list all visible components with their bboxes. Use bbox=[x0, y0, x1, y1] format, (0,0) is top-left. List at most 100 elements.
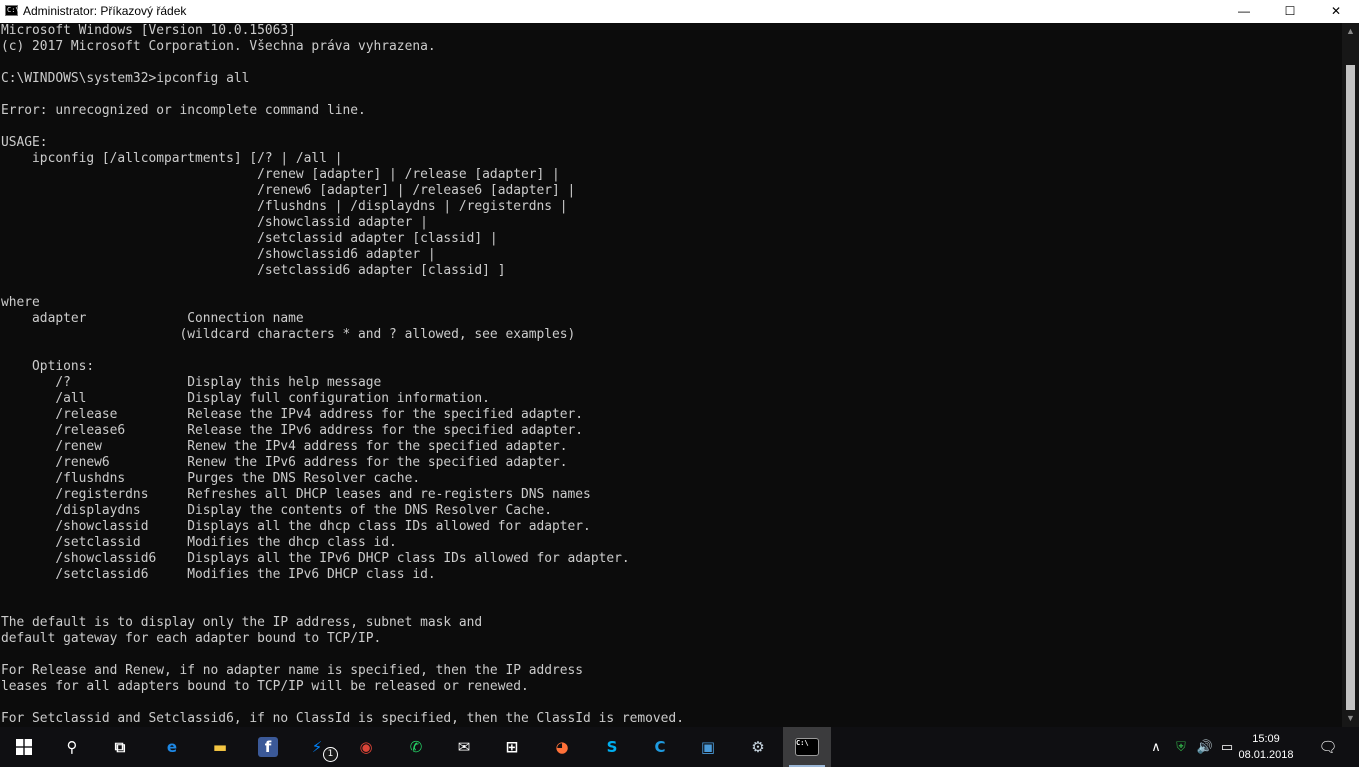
console-line: Options: bbox=[1, 359, 95, 374]
show-hidden-icons-chevron-icon[interactable]: ∧ bbox=[1146, 727, 1166, 767]
console-line: /renew6 Renew the IPv6 address for the s… bbox=[1, 455, 568, 470]
skype-button[interactable]: S bbox=[588, 727, 636, 767]
store-button[interactable]: ⊞ bbox=[488, 727, 536, 767]
windows-logo-icon bbox=[14, 737, 34, 757]
clock-date: 08.01.2018 bbox=[1238, 749, 1294, 761]
app-window-icon: ▣ bbox=[700, 738, 716, 756]
network-icon[interactable]: ▭ bbox=[1216, 727, 1238, 767]
console-line: /setclassid Modifies the dhcp class id. bbox=[1, 535, 397, 550]
whatsapp-icon: ✆ bbox=[409, 738, 423, 756]
console-line: C:\WINDOWS\system32>ipconfig all bbox=[1, 71, 250, 86]
clock-time: 15:09 bbox=[1252, 733, 1280, 745]
facebook-icon: f bbox=[258, 737, 278, 757]
console-line: (c) 2017 Microsoft Corporation. Všechna … bbox=[1, 39, 436, 54]
console-output: Microsoft Windows [Version 10.0.15063] (c… bbox=[0, 23, 1342, 727]
console-line: /setclassid adapter [classid] | bbox=[1, 231, 498, 246]
security-shield-icon[interactable]: ⛨ bbox=[1170, 727, 1192, 767]
action-center-notifications-icon[interactable]: 🗨 bbox=[1310, 727, 1346, 767]
ccleaner-button[interactable]: C bbox=[636, 727, 684, 767]
scroll-up-arrow-icon[interactable]: ▲ bbox=[1342, 23, 1359, 40]
console-line: adapter Connection name bbox=[1, 311, 304, 326]
file-explorer-button[interactable]: ▬ bbox=[196, 727, 244, 767]
vertical-scrollbar[interactable]: ▲ ▼ bbox=[1342, 23, 1359, 727]
chrome-button[interactable]: ◉ bbox=[342, 727, 390, 767]
start-button[interactable] bbox=[0, 727, 48, 767]
console-line: For Setclassid and Setclassid6, if no Cl… bbox=[1, 711, 684, 726]
console-line: /renew6 [adapter] | /release6 [adapter] … bbox=[1, 183, 576, 198]
store-icon: ⊞ bbox=[505, 738, 519, 756]
console-line: default gateway for each adapter bound t… bbox=[1, 631, 382, 646]
console-line: /renew [adapter] | /release [adapter] | bbox=[1, 167, 560, 182]
folder-icon: ▬ bbox=[212, 738, 228, 756]
app-icon-label: C:\ bbox=[7, 6, 20, 14]
console-line: /all Display full configuration informat… bbox=[1, 391, 490, 406]
window-title: Administrator: Příkazový řádek bbox=[23, 4, 187, 18]
notification-badge: 1 bbox=[323, 747, 338, 762]
edge-button[interactable]: e bbox=[148, 727, 196, 767]
console-line: /registerdns Refreshes all DHCP leases a… bbox=[1, 487, 591, 502]
console-line: /flushdns | /displaydns | /registerdns | bbox=[1, 199, 568, 214]
mail-icon: ✉ bbox=[457, 738, 471, 756]
close-button[interactable]: ✕ bbox=[1313, 0, 1359, 23]
console-line: leases for all adapters bound to TCP/IP … bbox=[1, 679, 529, 694]
firefox-icon: ◕ bbox=[555, 738, 569, 756]
minimize-button[interactable]: — bbox=[1221, 0, 1267, 23]
console-line: USAGE: bbox=[1, 135, 48, 150]
console-line: /displaydns Display the contents of the … bbox=[1, 503, 553, 518]
app-button[interactable]: ▣ bbox=[684, 727, 732, 767]
volume-icon[interactable]: 🔊 bbox=[1194, 727, 1216, 767]
console-line: For Release and Renew, if no adapter nam… bbox=[1, 663, 584, 678]
scrollbar-thumb[interactable] bbox=[1346, 65, 1355, 710]
cmd-button[interactable]: C:\ bbox=[783, 727, 831, 767]
task-view-icon: ⧉ bbox=[114, 738, 126, 756]
command-prompt-icon: C:\ bbox=[795, 738, 819, 756]
console-line: /renew Renew the IPv4 address for the sp… bbox=[1, 439, 568, 454]
console-line: /showclassid adapter | bbox=[1, 215, 428, 230]
clock[interactable]: 15:09 08.01.2018 bbox=[1238, 731, 1294, 763]
mail-button[interactable]: ✉ bbox=[440, 727, 488, 767]
edge-icon: e bbox=[166, 738, 178, 756]
console-line: ipconfig [/allcompartments] [/? | /all | bbox=[1, 151, 343, 166]
scroll-down-arrow-icon[interactable]: ▼ bbox=[1342, 710, 1359, 727]
whatsapp-button[interactable]: ✆ bbox=[392, 727, 440, 767]
task-view-button[interactable]: ⧉ bbox=[96, 727, 144, 767]
console-area[interactable]: Microsoft Windows [Version 10.0.15063] (c… bbox=[0, 23, 1342, 727]
title-bar: C:\ Administrator: Příkazový řádek — ☐ ✕ bbox=[0, 0, 1359, 23]
console-line: /showclassid6 Displays all the IPv6 DHCP… bbox=[1, 551, 630, 566]
skype-icon: S bbox=[606, 738, 618, 756]
messenger-button[interactable]: ⚡ 1 bbox=[293, 727, 341, 767]
steam-icon: ⚙ bbox=[751, 738, 765, 756]
console-line: /? Display this help message bbox=[1, 375, 382, 390]
search-button[interactable]: ⚲ bbox=[48, 727, 96, 767]
console-line: (wildcard characters * and ? allowed, se… bbox=[1, 327, 576, 342]
console-line: /release Release the IPv4 address for th… bbox=[1, 407, 584, 422]
steam-button[interactable]: ⚙ bbox=[734, 727, 782, 767]
facebook-button[interactable]: f bbox=[244, 727, 292, 767]
firefox-button[interactable]: ◕ bbox=[538, 727, 586, 767]
search-icon: ⚲ bbox=[66, 738, 78, 756]
console-line: /setclassid6 adapter [classid] ] bbox=[1, 263, 506, 278]
console-line: Error: unrecognized or incomplete comman… bbox=[1, 103, 366, 118]
console-line: Microsoft Windows [Version 10.0.15063] bbox=[1, 23, 296, 38]
console-line: /release6 Release the IPv6 address for t… bbox=[1, 423, 584, 438]
console-line: /setclassid6 Modifies the IPv6 DHCP clas… bbox=[1, 567, 436, 582]
maximize-button[interactable]: ☐ bbox=[1267, 0, 1313, 23]
console-line: where bbox=[1, 295, 40, 310]
chrome-icon: ◉ bbox=[359, 738, 373, 756]
command-prompt-icon[interactable]: C:\ bbox=[5, 5, 20, 16]
console-line: /flushdns Purges the DNS Resolver cache. bbox=[1, 471, 421, 486]
console-line: The default is to display only the IP ad… bbox=[1, 615, 483, 630]
console-line: /showclassid6 adapter | bbox=[1, 247, 436, 262]
console-line: /showclassid Displays all the dhcp class… bbox=[1, 519, 591, 534]
ccleaner-icon: C bbox=[654, 738, 666, 756]
taskbar: ⚲ ⧉ e ▬ f ⚡ 1 ◉ ✆ ✉ ⊞ ◕ S C ▣ ⚙ C:\ ∧ ⛨ 🔊 ▭ 15:09 08.01.… bbox=[0, 727, 1359, 767]
